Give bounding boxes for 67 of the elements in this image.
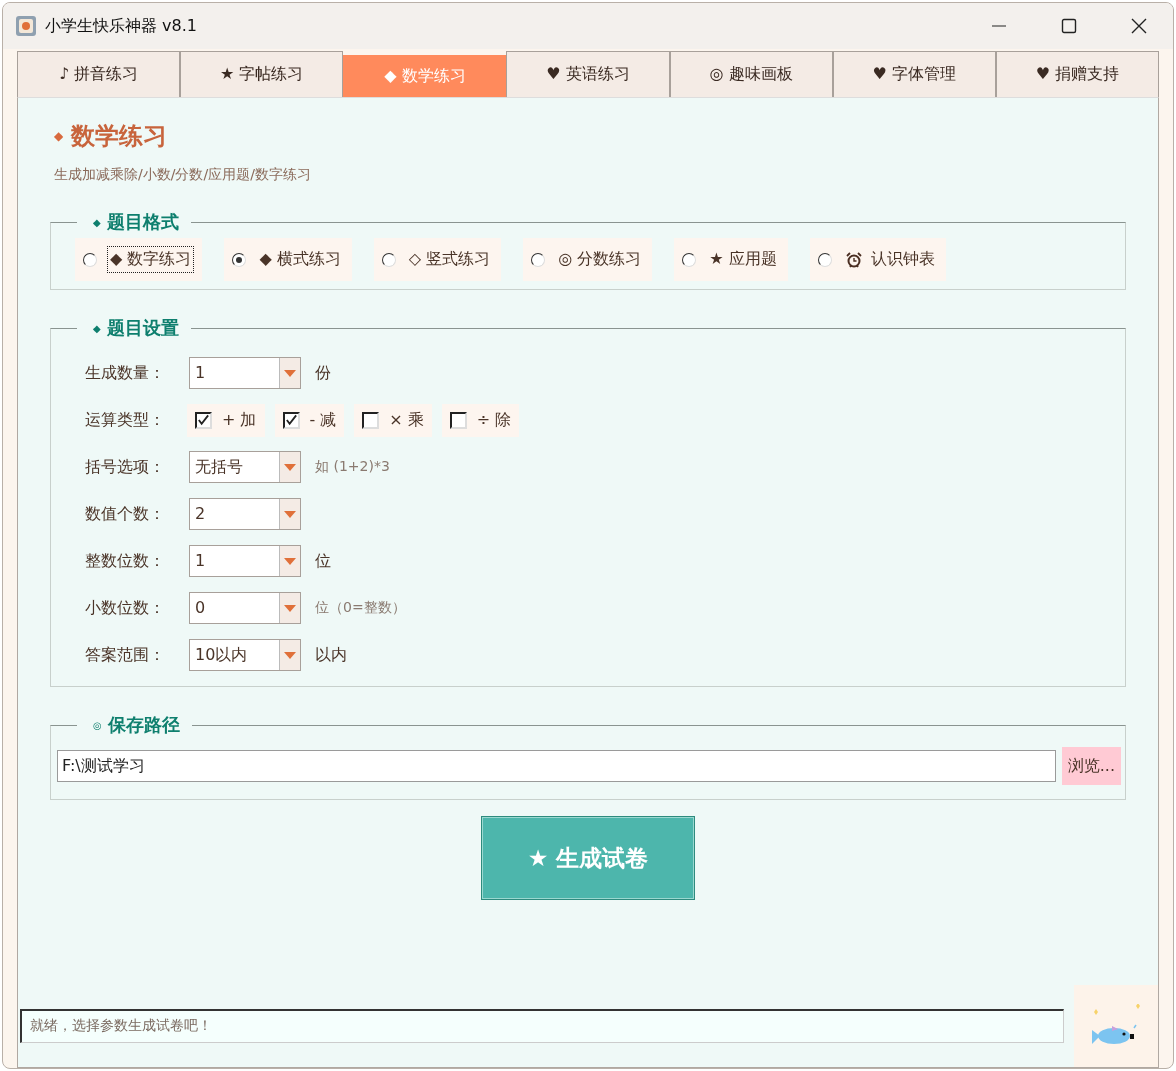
maximize-icon[interactable] [1061,18,1077,34]
dropdown[interactable]: 1 [189,357,301,389]
checkbox-option[interactable]: + 加 [187,403,265,437]
hint-text: 位（0=整数） [315,599,406,617]
unit-label: 份 [315,362,331,384]
field-label: 数值个数： [85,503,166,525]
radio-option[interactable]: ◆ 数字练习 [75,238,203,281]
alarm-clock-icon [845,251,862,268]
caret-icon [284,369,296,377]
radio-option[interactable]: ★ 应用题 [674,238,788,281]
checkbox-option[interactable]: - 减 [274,403,345,437]
field-label: 答案范围： [85,644,166,666]
dropdown[interactable]: 2 [189,498,301,530]
dropdown[interactable]: 1 [189,545,301,577]
dropdown[interactable]: 10以内 [189,639,301,671]
diamond-icon: ◆ [93,322,101,334]
caret-icon [284,510,296,518]
group-title: 题目设置 [106,316,179,340]
status-field: 就绪，选择参数生成试卷吧！ [20,1009,1064,1043]
page-heading: 数学练习 [71,121,168,152]
close-icon[interactable] [1131,18,1147,34]
checkbox[interactable] [362,411,380,429]
browse-button[interactable]: 浏览... [1061,747,1121,785]
dropdown[interactable]: 无括号 [189,451,301,483]
caret-icon [284,463,296,471]
radio-button[interactable] [817,252,832,267]
app-icon [15,15,37,37]
dropdown[interactable]: 0 [189,592,301,624]
field-label: 生成数量： [85,362,166,384]
caret-icon [284,604,296,612]
checkbox-option[interactable]: ÷ 除 [441,403,520,437]
checkbox[interactable] [282,411,300,429]
radio-option[interactable]: ◎ 分数练习 [523,238,653,281]
hint-text: 如 (1+2)*3 [315,458,390,476]
checkbox[interactable] [195,411,212,429]
window-title: 小学生快乐神器 v8.1 [45,15,198,37]
field-label: 小数位数： [85,597,166,619]
tab[interactable]: ♥ 捐赠支持 [995,51,1159,97]
circle-icon: ◎ [93,719,102,731]
checkbox-option[interactable]: × 乘 [354,403,432,437]
unit-label: 以内 [315,644,347,666]
unit-label: 位 [315,550,331,572]
radio-button[interactable] [682,252,697,267]
caret-icon [284,557,296,565]
tab[interactable]: ♪ 拼音练习 [17,51,181,97]
page-subtitle: 生成加减乘除/小数/分数/应用题/数字练习 [53,166,312,184]
diamond-icon: ◆ [54,129,64,143]
checkbox[interactable] [449,411,467,429]
radio-button[interactable] [83,252,97,267]
radio-button[interactable] [381,252,396,267]
tab[interactable]: ★ 字帖练习 [180,51,344,97]
tab[interactable]: ♥ 字体管理 [832,51,996,97]
radio-option[interactable]: ◆ 横式练习 [224,238,352,281]
field-label: 括号选项： [85,456,166,478]
radio-button[interactable] [232,252,247,267]
field-label: 运算类型： [85,409,166,431]
tab[interactable]: ◎ 趣味画板 [669,51,833,97]
path-field[interactable]: F:\测试学习 [57,750,1056,782]
caret-icon [284,651,296,659]
group-title: 题目格式 [106,210,179,234]
radio-button[interactable] [531,252,546,267]
diamond-icon: ◆ [93,216,101,228]
group-title: 保存路径 [107,713,180,737]
radio-option[interactable]: ◇ 竖式练习 [373,238,502,281]
radio-option[interactable]: 认识钟表 [809,238,946,281]
field-label: 整数位数： [85,550,166,572]
tab[interactable]: ♥ 英语练习 [506,51,670,97]
